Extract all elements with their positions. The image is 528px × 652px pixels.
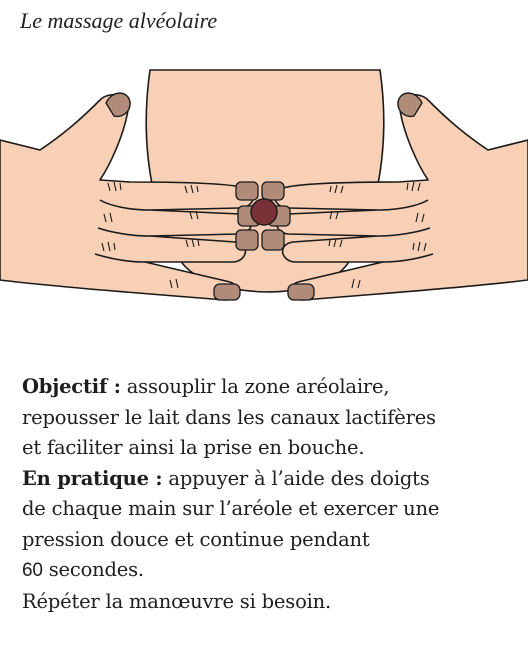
practice-line-4: 60 secondes. — [22, 555, 522, 587]
practice-label: En pratique : — [22, 466, 163, 490]
objective-line-2: repousser le lait dans les canaux lactif… — [22, 405, 436, 429]
objective-line-1: Objectif : assouplir la zone aréolaire, — [22, 375, 390, 398]
areola — [250, 198, 278, 226]
objective-label: Objectif : — [22, 375, 121, 398]
duration-value: 60 — [22, 560, 43, 581]
instructions-text: Objectif : assouplir la zone aréolaire, … — [22, 372, 522, 617]
objective-line-3: et faciliter ainsi la prise en bouche. — [22, 436, 365, 459]
duration-unit: secondes. — [42, 558, 144, 581]
practice-line-1: En pratique : appuyer à l’aide des doigt… — [22, 466, 430, 490]
practice-line-2: de chaque main sur l’aréole et exercer u… — [22, 497, 440, 520]
practice-line-3: pression douce et continue pendant — [22, 527, 370, 551]
breast-massage-illustration — [0, 69, 528, 301]
page-title: Le massage alvéolaire — [20, 8, 218, 33]
closing-line: Répéter la manœuvre si besoin. — [22, 589, 331, 613]
